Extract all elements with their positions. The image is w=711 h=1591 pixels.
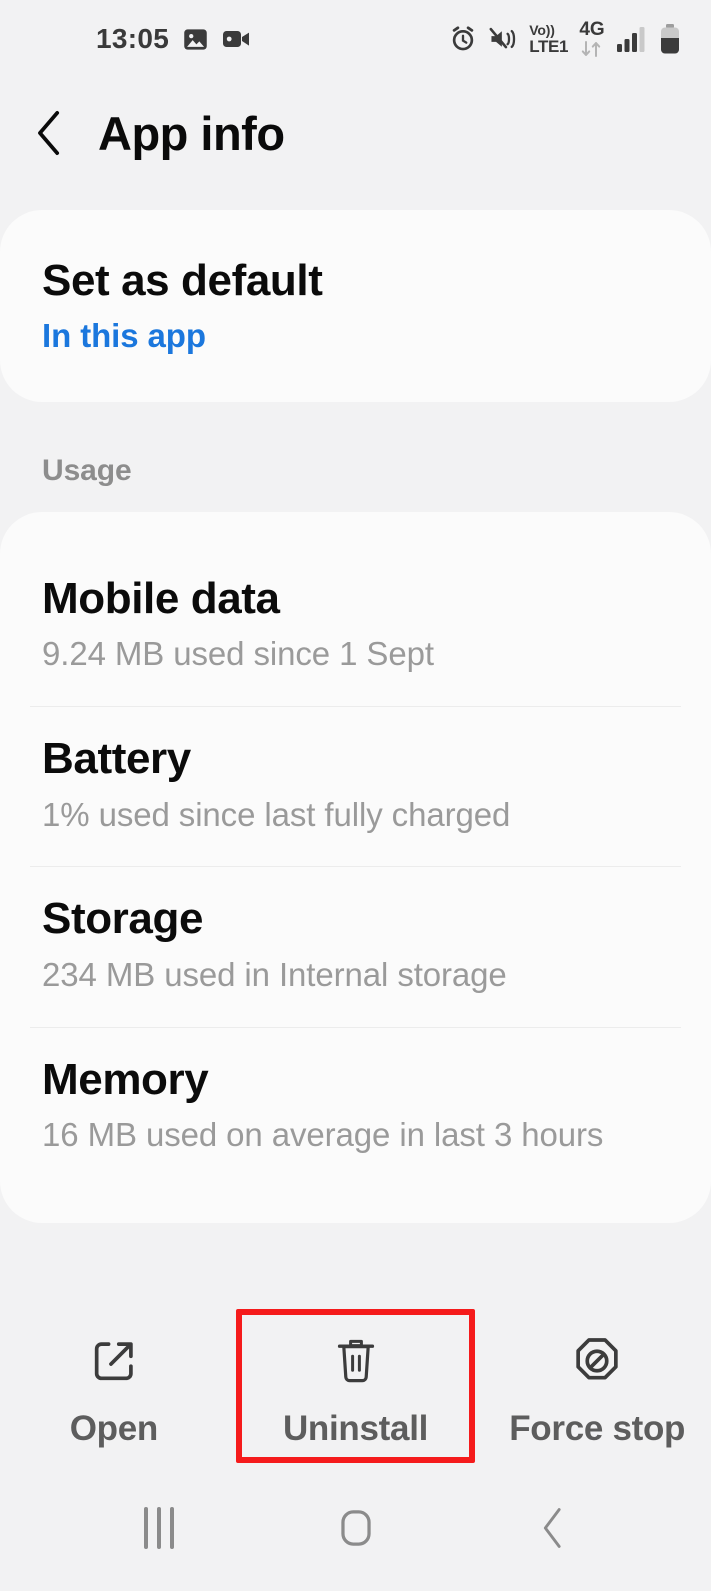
- usage-item-battery[interactable]: Battery 1% used since last fully charged: [0, 706, 711, 866]
- usage-item-mobile-data[interactable]: Mobile data 9.24 MB used since 1 Sept: [0, 546, 711, 706]
- usage-item-storage[interactable]: Storage 234 MB used in Internal storage: [0, 866, 711, 1026]
- open-button-label: Open: [69, 1409, 159, 1448]
- photo-icon: [182, 26, 209, 53]
- settings-scroll-area: Set as default In this app Usage Mobile …: [0, 188, 711, 1287]
- trash-icon: [331, 1331, 381, 1391]
- open-button[interactable]: Open: [0, 1309, 228, 1463]
- usage-section-label: Usage: [42, 454, 132, 488]
- usage-item-title: Mobile data: [42, 574, 280, 624]
- alarm-icon: [449, 25, 477, 53]
- recents-icon[interactable]: [104, 1473, 214, 1583]
- app-info-screen: 13:05 Vo)) LTE1 4G App info Set as defau…: [0, 0, 711, 1591]
- usage-item-subtitle: 9.24 MB used since 1 Sept: [42, 635, 434, 673]
- signal-icon: [616, 25, 648, 53]
- set-as-default-title: Set as default: [42, 256, 323, 305]
- mute-vibrate-icon: [488, 25, 518, 53]
- volte-icon: Vo)) LTE1: [529, 23, 568, 55]
- usage-item-subtitle: 16 MB used on average in last 3 hours: [42, 1115, 604, 1153]
- action-bar: Open Uninstall Force stop: [0, 1287, 711, 1473]
- status-bar: 13:05 Vo)) LTE1 4G: [0, 0, 711, 78]
- force-stop-button[interactable]: Force stop: [483, 1309, 711, 1463]
- force-stop-button-label: Force stop: [509, 1409, 686, 1448]
- uninstall-button[interactable]: Uninstall: [235, 1309, 476, 1463]
- block-octagon-icon: [571, 1331, 623, 1391]
- usage-item-title: Memory: [42, 1054, 209, 1104]
- usage-item-subtitle: 234 MB used in Internal storage: [42, 955, 507, 993]
- battery-icon: [659, 24, 681, 54]
- home-icon[interactable]: [301, 1473, 411, 1583]
- open-external-icon: [88, 1331, 140, 1391]
- usage-item-title: Battery: [42, 734, 191, 784]
- page-header: App info: [0, 78, 711, 188]
- usage-item-title: Storage: [42, 894, 204, 944]
- usage-item-memory[interactable]: Memory 16 MB used on average in last 3 h…: [0, 1026, 711, 1187]
- back-icon[interactable]: [498, 1473, 608, 1583]
- set-as-default-row[interactable]: Set as default In this app: [0, 256, 711, 358]
- chevron-left-icon[interactable]: [28, 111, 72, 155]
- status-bar-clock: 13:05: [96, 23, 170, 54]
- page-title: App info: [98, 106, 285, 160]
- volte-label-line1: Vo)): [529, 22, 555, 38]
- status-bar-left: 13:05: [96, 23, 252, 55]
- set-as-default-subtitle: In this app: [42, 317, 206, 355]
- usage-card: Mobile data 9.24 MB used since 1 Sept Ba…: [0, 512, 711, 1223]
- uninstall-button-label: Uninstall: [282, 1409, 429, 1448]
- usage-item-subtitle: 1% used since last fully charged: [42, 795, 511, 833]
- set-as-default-card[interactable]: Set as default In this app: [0, 210, 711, 403]
- screen-record-icon: [222, 27, 252, 51]
- network-type-label: 4G: [579, 19, 605, 40]
- volte-label-line2: LTE1: [529, 37, 568, 56]
- status-bar-right: Vo)) LTE1 4G: [449, 20, 681, 58]
- mobile-data-icon: 4G: [579, 20, 605, 58]
- system-navigation-bar: [0, 1473, 711, 1591]
